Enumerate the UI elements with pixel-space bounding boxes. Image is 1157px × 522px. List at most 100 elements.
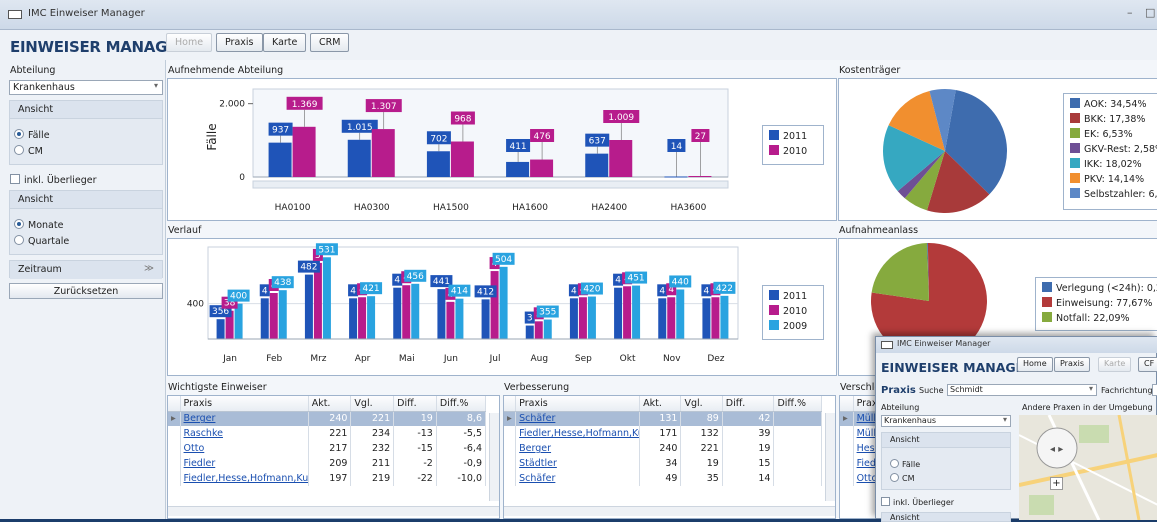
praxis-link[interactable]: Fiedler,Hesse,Hofmann,Kunz	[184, 473, 308, 484]
praxis-cell: Otto	[180, 441, 309, 456]
legend-label: PKV: 14,14%	[1084, 174, 1145, 185]
legend-item: PKV: 14,14%	[1070, 173, 1156, 188]
table-row[interactable]: Otto 217 232 -15 -6,4	[168, 441, 487, 456]
ueberlieger-checkbox[interactable]: inkl. Überlieger	[10, 174, 96, 186]
praxis-cell: Schäfer	[515, 471, 641, 486]
app-icon	[881, 341, 893, 349]
table-row[interactable]: Fiedler,Hesse,Hofmann,Kunz17113239	[504, 426, 822, 441]
column-header[interactable]: Diff.%	[773, 396, 822, 412]
praxis-cell: Fiedler,Hesse,Hofmann,Kunz	[180, 471, 309, 486]
maximize-button[interactable]: □	[1145, 6, 1155, 19]
column-header[interactable]: Praxis	[180, 396, 309, 412]
vertical-scrollbar[interactable]	[489, 413, 499, 501]
praxis-link[interactable]: Otto	[184, 443, 205, 454]
table-row[interactable]: Fiedler 209 211 -2 -0,9	[168, 456, 487, 471]
table-row[interactable]: Raschke 221 234 -13 -5,5	[168, 426, 487, 441]
popup-fachrichtung-select[interactable]	[1152, 384, 1157, 396]
column-header[interactable]: Diff.%	[436, 396, 487, 412]
chevron-down-icon: ▾	[1002, 415, 1007, 424]
data-label: 4	[350, 286, 356, 296]
row-indicator-icon	[504, 441, 517, 456]
table-row[interactable]: Schäfer 49 35 14	[504, 471, 822, 486]
minimize-button[interactable]: –	[1127, 6, 1133, 19]
column-header[interactable]: Praxis	[515, 396, 641, 412]
column-header[interactable]: Diff.	[393, 396, 437, 412]
collapse-chevron-icon: ≫	[144, 263, 154, 274]
radio-quartale[interactable]: Quartale	[14, 235, 69, 247]
praxis-link[interactable]: Fiedler	[184, 458, 216, 469]
nav-praxis-button[interactable]: Praxis	[216, 33, 263, 52]
row-indicator-icon	[840, 441, 854, 456]
vertical-scrollbar[interactable]	[825, 413, 835, 501]
table-row[interactable]: ▸Mülle	[840, 411, 879, 426]
value-cell: 19	[722, 441, 775, 456]
nav-karte-button[interactable]: Karte	[263, 33, 307, 52]
table-row[interactable]: Hess	[840, 441, 879, 456]
radio-cm[interactable]: CM	[14, 145, 43, 157]
horizontal-scrollbar[interactable]	[168, 506, 499, 516]
table-row[interactable]: ▸ Berger 240 221 19 8,6	[168, 411, 487, 426]
horizontal-scrollbar[interactable]	[504, 506, 835, 516]
column-header[interactable]: Vgl.	[680, 396, 723, 412]
column-header[interactable]: Akt.	[308, 396, 352, 412]
zeitraum-label: Zeitraum	[18, 264, 62, 275]
value-cell: 240	[308, 411, 352, 426]
wichtigste-panel: Praxis Akt. Vgl. Diff. Diff.% ▸ Berger 240 221 19…	[167, 395, 500, 519]
reset-button[interactable]: Zurücksetzen	[9, 283, 163, 299]
praxis-link[interactable]: Schäfer	[519, 413, 555, 424]
main-toolbar: EINWEISER MANAGER Home Praxis Karte CRM	[0, 30, 1157, 60]
popup-abteilung-value: Krankenhaus	[884, 416, 937, 425]
abteilung-select[interactable]: Krankenhaus ▾	[9, 80, 163, 95]
bar	[358, 297, 367, 339]
legend-item: Verlegung (<24h): 0,24	[1042, 282, 1157, 297]
ueberlieger-label: inkl. Überlieger	[24, 175, 97, 186]
legend-swatch	[1070, 143, 1080, 153]
radio-monate[interactable]: Monate	[14, 219, 63, 231]
table-row[interactable]: Fiedl	[840, 456, 879, 471]
radio-faelle[interactable]: Fälle	[14, 129, 50, 141]
popup-suche-input[interactable]: Schmidt ▾	[947, 384, 1097, 396]
row-indicator-header	[504, 396, 517, 412]
praxis-link[interactable]: Schäfer	[519, 473, 555, 484]
column-header[interactable]: Akt.	[639, 396, 682, 412]
table-row[interactable]: Berger 240 221 19	[504, 441, 822, 456]
popup-praxis-button[interactable]: Praxis	[1054, 357, 1090, 372]
bar	[569, 298, 578, 339]
popup-abteilung-select[interactable]: Krankenhaus ▾	[881, 415, 1011, 427]
popup-radio-faelle[interactable]: Fälle	[890, 459, 920, 469]
table-row[interactable]: Mülle	[840, 426, 879, 441]
zoom-in-button[interactable]: +	[1050, 477, 1063, 490]
praxis-link[interactable]: Berger	[519, 443, 551, 454]
popup-map[interactable]: ◂ ▸ +	[1019, 415, 1157, 520]
praxis-link[interactable]: Fiedler,Hesse,Hofmann,Kunz	[519, 428, 638, 439]
praxis-link[interactable]: Raschke	[184, 428, 223, 439]
row-indicator-icon: ▸	[840, 411, 854, 426]
value-cell: -6,4	[436, 441, 487, 456]
verlauf-panel: 40035638400Jan44438Feb4825531Mrz44421Apr…	[167, 238, 837, 376]
nav-home-button[interactable]: Home	[166, 33, 213, 52]
popup-crm-button[interactable]: CF	[1138, 357, 1157, 372]
popup-radio-cm[interactable]: CM	[890, 473, 915, 483]
praxis-link[interactable]: Städtler	[519, 458, 557, 469]
zeitraum-group[interactable]: Zeitraum ≫	[9, 260, 163, 279]
popup-home-button[interactable]: Home	[1017, 357, 1053, 372]
popup-karte-button[interactable]: Karte	[1098, 357, 1132, 372]
column-header[interactable]: Diff.	[722, 396, 775, 412]
sidebar: Abteilung Krankenhaus ▾ Ansicht Fälle CM…	[0, 60, 166, 519]
table-row[interactable]: Otto	[840, 471, 879, 486]
column-header[interactable]: Vgl.	[350, 396, 395, 412]
value-cell: -0,9	[436, 456, 487, 471]
table-row[interactable]: Fiedler,Hesse,Hofmann,Kunz 197 219 -22 -10,0	[168, 471, 487, 486]
bar	[292, 126, 316, 177]
table-row[interactable]: ▸ Schäfer 131 89 42	[504, 411, 822, 426]
table-row[interactable]: Städtler 34 19 15	[504, 456, 822, 471]
popup-ueberlieger-checkbox[interactable]: inkl. Überlieger	[881, 497, 954, 507]
praxis-link[interactable]: Berger	[184, 413, 216, 424]
nav-crm-button[interactable]: CRM	[310, 33, 350, 52]
y-tick-label: 2.000	[219, 100, 245, 110]
praxis-cell: Schäfer	[515, 411, 641, 426]
row-indicator-icon	[168, 471, 181, 486]
legend-label: Verlegung (<24h): 0,24	[1056, 283, 1157, 294]
verlauf-legend: 2011 2010 2009	[762, 285, 824, 340]
value-cell	[773, 471, 822, 486]
